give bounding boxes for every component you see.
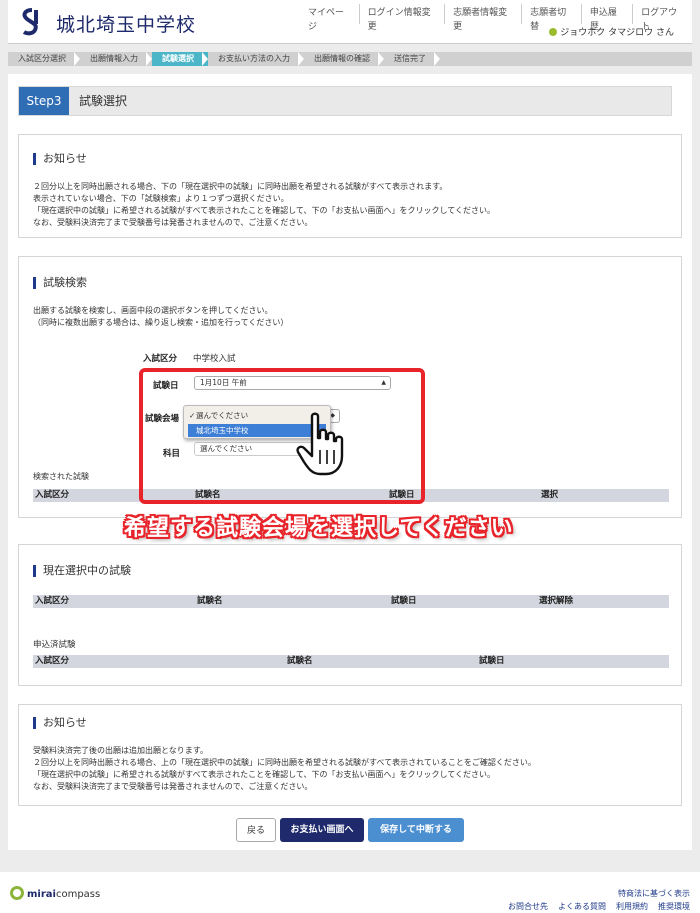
notice-panel-top: お知らせ ２回分以上を同時出願される場合、下の「現在選択中の試験」に同時出願を希…	[18, 134, 682, 238]
col-select: 選択	[541, 490, 559, 500]
nav-mypage[interactable]: マイページ	[300, 4, 359, 32]
col-exam-name: 試験名	[287, 656, 313, 666]
notice-line: 表示されていない場合、下の「試験検索」より１つずつ選択ください。	[33, 194, 289, 203]
step-complete: 送信完了	[384, 52, 440, 66]
col-exam-date: 試験日	[391, 596, 417, 606]
miraicompass-logo: miraicompass	[10, 886, 100, 900]
search-instruction: （同時に複数出願する場合は、繰り返し検索・追加を行ってください）	[33, 318, 289, 327]
notice-line: なお、受験料決済完了まで受験番号は発番されませんので、ご注意ください。	[33, 218, 313, 227]
site-footer: miraicompass 特商法に基づく表示 お問合せ先 よくある質問 利用規約…	[0, 872, 700, 913]
selected-exams-panel: 現在選択中の試験 入試区分 試験名 試験日 選択解除 申込済試験 入試区分 試験…	[18, 544, 682, 686]
nav-applicant-info[interactable]: 志願者情報変更	[444, 4, 521, 32]
col-deselect: 選択解除	[539, 596, 574, 606]
nav-login-info[interactable]: ログイン情報変更	[358, 4, 445, 32]
step-confirm: 出願情報の確認	[304, 52, 384, 66]
user-status-icon	[549, 28, 558, 36]
col-category: 入試区分	[35, 596, 70, 606]
step-badge: Step3	[19, 87, 69, 115]
notice-title: お知らせ	[33, 717, 87, 729]
nav-logout[interactable]: ログアウト	[632, 4, 692, 32]
step-title-bar: Step3 試験選択	[18, 86, 672, 116]
selected-table-header: 入試区分 試験名 試験日 選択解除	[33, 595, 669, 608]
notice-line: 「現在選択中の試験」に希望される試験がすべて表示されたことを確認して、下の「お支…	[33, 770, 495, 779]
proceed-payment-button[interactable]: お支払い画面へ	[280, 818, 364, 842]
footer-link-environment[interactable]: 推奨環境	[658, 901, 690, 912]
notice-line: 「現在選択中の試験」に希望される試験がすべて表示されたことを確認して、下の「お支…	[33, 206, 495, 215]
step-category: 入試区分選択	[8, 52, 80, 66]
notice-title: お知らせ	[33, 153, 87, 165]
search-title: 試験検索	[33, 277, 87, 289]
footer-link-faq[interactable]: よくある質問	[558, 901, 606, 912]
footer-links: お問合せ先 よくある質問 利用規約 推奨環境	[508, 901, 690, 912]
top-nav: マイページ ログイン情報変更 志願者情報変更 志願者切替 申込履歴 ログアウト	[300, 4, 692, 32]
applied-table-header: 入試区分 試験名 試験日	[33, 655, 669, 668]
notice-panel-bottom: お知らせ 受験料決済完了後の出願は追加出願となります。 ２回分以上を同時出願され…	[18, 704, 682, 806]
notice-line: 受験料決済完了後の出願は追加出願となります。	[33, 746, 208, 755]
user-name-text: ジョウホク タマジロウ さん	[560, 28, 674, 38]
category-value: 中学校入試	[193, 354, 236, 364]
notice-line: ２回分以上を同時出願される場合、上の「現在選択中の試験」に同時出願を希望される試…	[33, 758, 536, 767]
highlight-box	[139, 368, 425, 504]
school-name[interactable]: 城北埼玉中学校	[56, 10, 196, 37]
col-exam-date: 試験日	[479, 656, 505, 666]
back-button[interactable]: 戻る	[236, 818, 276, 842]
col-exam-name: 試験名	[197, 596, 223, 606]
page-title: 試験選択	[79, 94, 128, 108]
applied-label: 申込済試験	[33, 640, 76, 650]
notice-line: なお、受験料決済完了まで受験番号は発番されませんので、ご注意ください。	[33, 782, 313, 791]
notice-line: ２回分以上を同時出願される場合、下の「現在選択中の試験」に同時出願を希望される試…	[33, 182, 448, 191]
nav-history[interactable]: 申込履歴	[580, 4, 632, 32]
site-header: 城北埼玉中学校 マイページ ログイン情報変更 志願者情報変更 志願者切替 申込履…	[8, 0, 692, 44]
progress-steps: 入試区分選択 出願情報入力 試験選択 お支払い方法の入力 出願情報の確認 送信完…	[8, 52, 692, 66]
pointer-hand-icon	[296, 412, 344, 476]
footer-link-contact[interactable]: お問合せ先	[508, 901, 548, 912]
footer-link-terms[interactable]: 利用規約	[616, 901, 648, 912]
selected-title: 現在選択中の試験	[33, 565, 131, 577]
instruction-caption: 希望する試験会場を選択してください	[124, 516, 514, 541]
footer-link-tokushoho[interactable]: 特商法に基づく表示	[618, 888, 690, 899]
step-application-info: 出願情報入力	[80, 52, 152, 66]
nav-switch-applicant[interactable]: 志願者切替	[521, 4, 581, 32]
search-instruction: 出願する試験を検索し、画面中段の選択ボタンを押してください。	[33, 306, 273, 315]
miraicompass-logo-icon	[10, 886, 24, 900]
save-and-suspend-button[interactable]: 保存して中断する	[368, 818, 464, 842]
col-category: 入試区分	[35, 656, 70, 666]
col-category: 入試区分	[35, 490, 70, 500]
school-logo-icon	[18, 8, 46, 36]
category-label: 入試区分	[143, 354, 178, 364]
user-name: ジョウホク タマジロウ さん	[549, 25, 674, 38]
results-label: 検索された試験	[33, 472, 89, 481]
step-exam-select: 試験選択	[152, 52, 208, 66]
step-payment-method: お支払い方法の入力	[208, 52, 304, 66]
